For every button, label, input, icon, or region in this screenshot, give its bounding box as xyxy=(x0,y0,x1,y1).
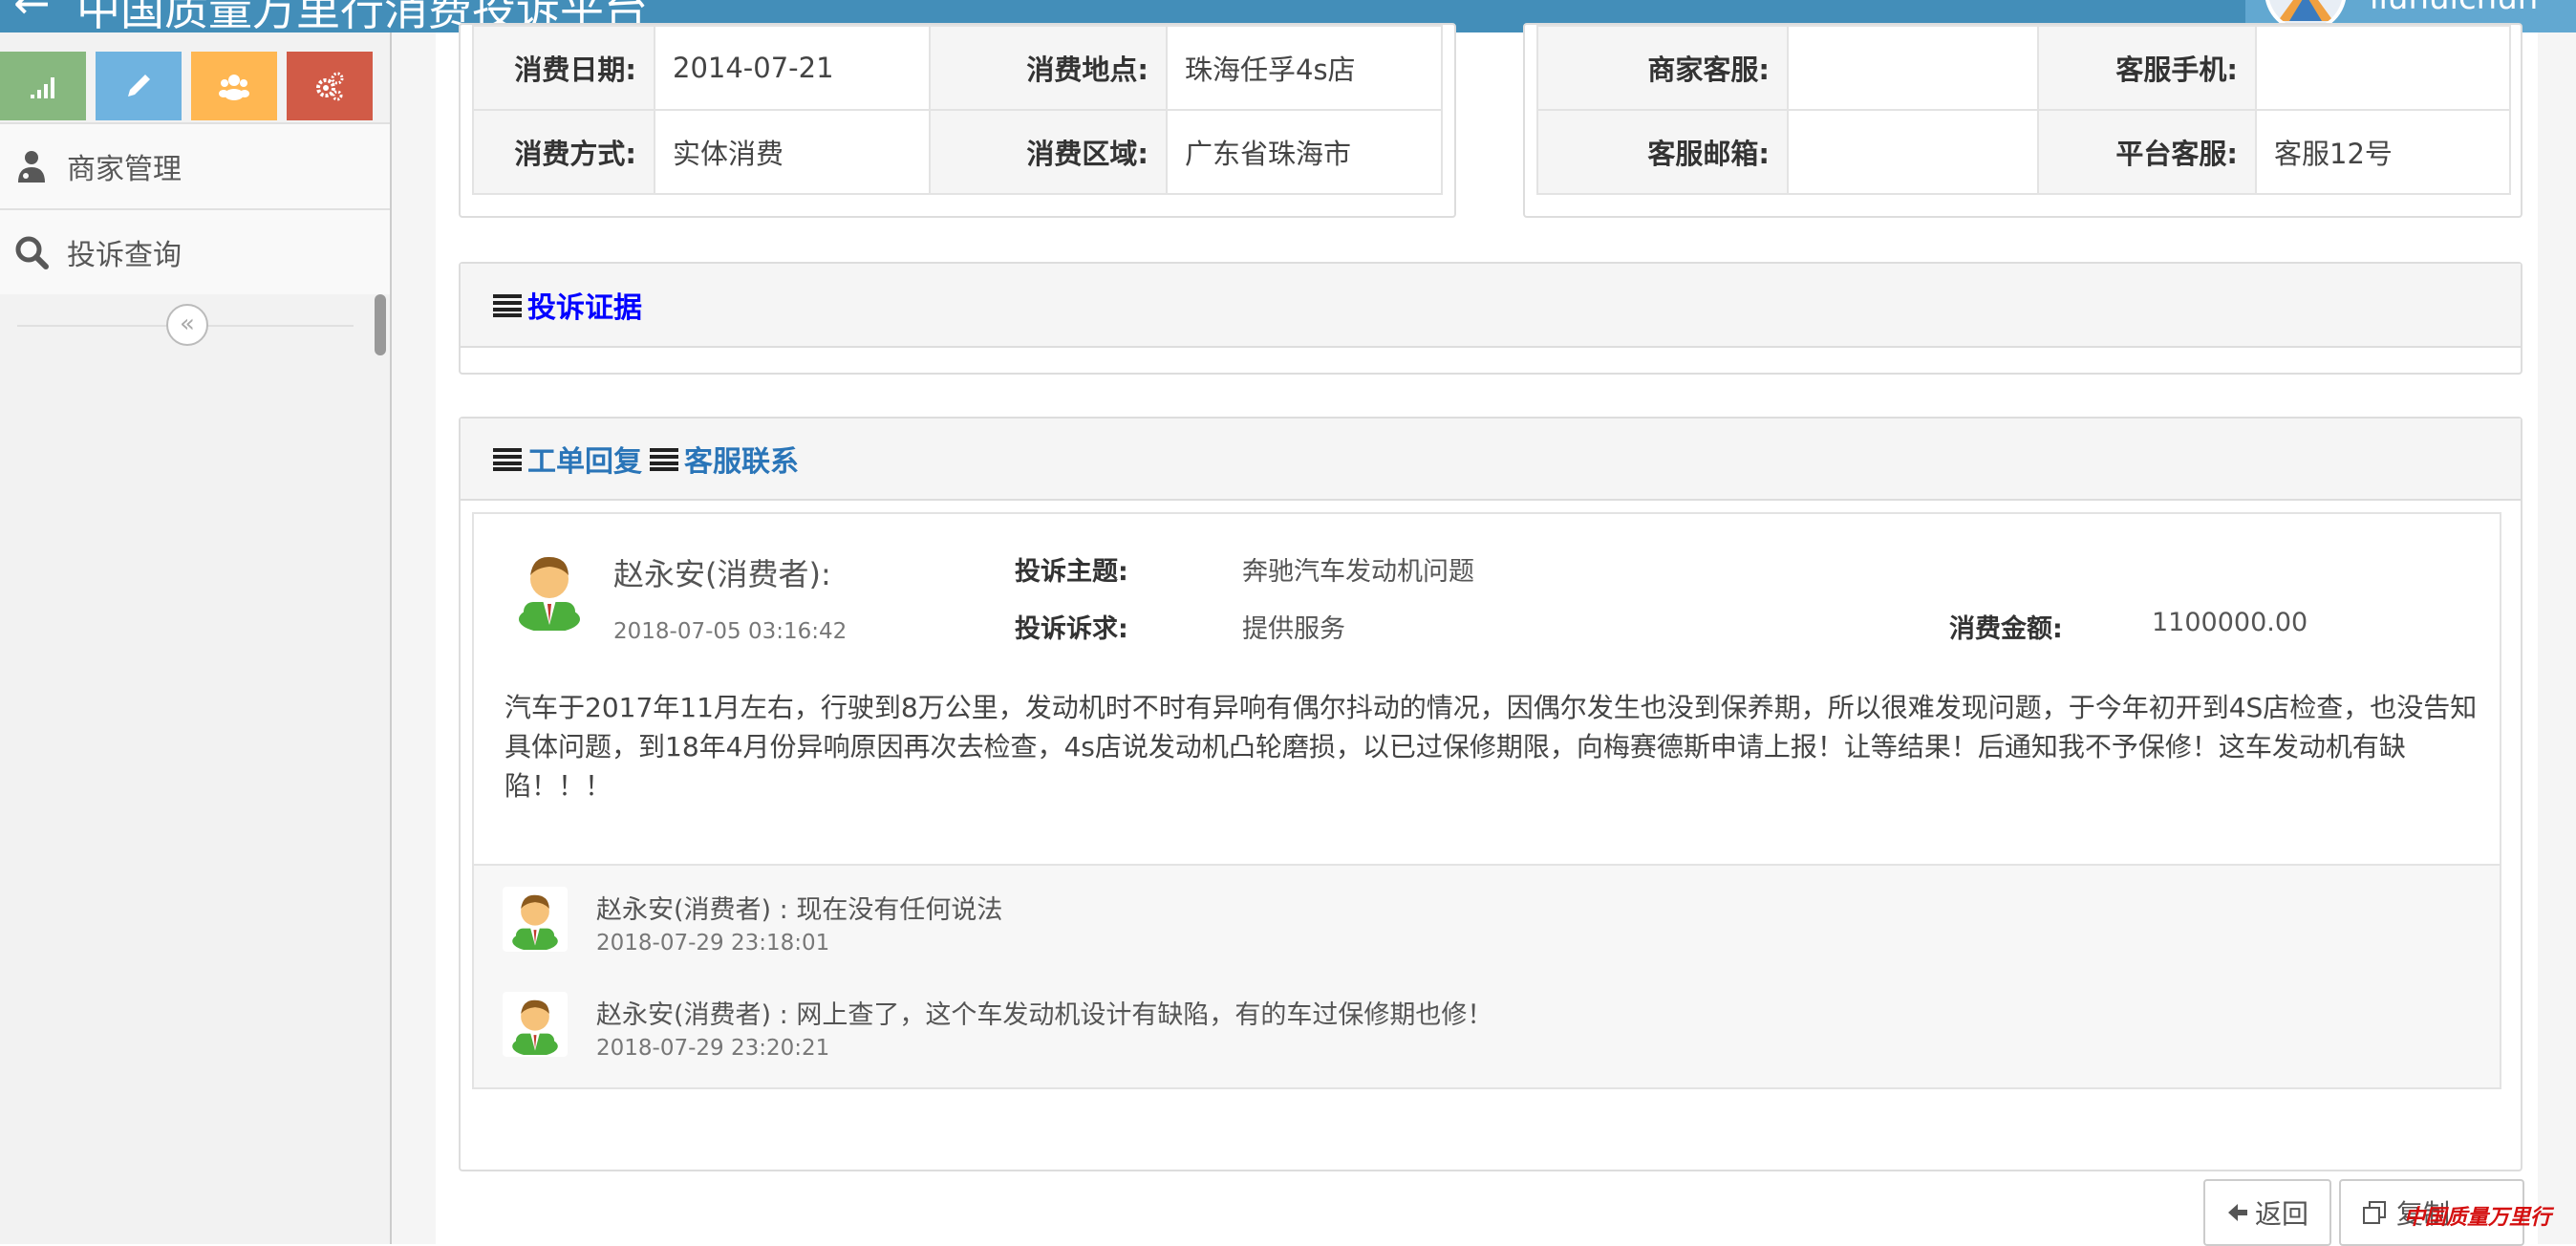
complaint-subject-value: 奔驰汽车发动机问题 xyxy=(1242,557,1474,587)
complaint-demand-label: 投诉诉求: xyxy=(1015,614,1128,644)
shortcut-cogs-button[interactable] xyxy=(287,52,373,120)
complaint-subject-label: 投诉主题: xyxy=(1015,557,1128,587)
merchant-cs-value xyxy=(1787,25,2039,111)
reply-panel-header: 工单回复 客服联系 xyxy=(461,419,2521,501)
tab-customer-service-contact[interactable]: 客服联系 xyxy=(684,438,799,480)
sidebar-item-label: 商家管理 xyxy=(67,153,182,186)
consumer-avatar-icon xyxy=(519,556,580,631)
list-bars-icon xyxy=(493,294,522,317)
complaint-demand-value: 提供服务 xyxy=(1242,614,1345,644)
platform-cs-value: 客服12号 xyxy=(2255,109,2511,195)
customer-service-panel: 商家客服: 客服手机: 客服邮箱: 平台客服: 客服12号 xyxy=(1523,23,2522,218)
complaint-detail-box: 赵永安(消费者): 2018-07-05 03:16:42 投诉主题: 奔驰汽车… xyxy=(472,512,2501,1089)
consumption-info-panel: 消费日期: 2014-07-21 消费地点: 珠海任孚4s店 消费方式: 实体消… xyxy=(459,23,1456,218)
copy-icon xyxy=(2363,1201,2386,1224)
back-button-label: 返回 xyxy=(2255,1198,2309,1230)
sidebar-collapse: « xyxy=(0,296,373,354)
consumer-avatar-icon xyxy=(512,894,558,950)
comment-list: 赵永安(消费者) : 现在没有任何说法 2018-07-29 23:18:01 … xyxy=(474,864,2500,1087)
consumption-region-value: 广东省珠海市 xyxy=(1166,109,1443,195)
cs-email-value xyxy=(1787,109,2039,195)
evidence-title[interactable]: 投诉证据 xyxy=(527,284,642,326)
list-bars-icon xyxy=(650,448,678,471)
comment-text: 赵永安(消费者) : 现在没有任何说法 xyxy=(596,895,1003,925)
tab-work-order-reply[interactable]: 工单回复 xyxy=(527,438,642,480)
consumer-avatar-icon xyxy=(512,999,558,1055)
customer-service-table: 商家客服: 客服手机: 客服邮箱: 平台客服: 客服12号 xyxy=(1536,25,2511,195)
pencil-icon xyxy=(128,75,150,97)
shortcut-pencil-button[interactable] xyxy=(96,52,182,120)
cs-email-label: 客服邮箱: xyxy=(1536,109,1789,195)
evidence-panel: 投诉证据 xyxy=(459,262,2522,375)
users-icon xyxy=(219,75,249,100)
list-bars-icon xyxy=(493,448,522,471)
complaint-description: 汽车于2017年11月左右，行驶到8万公里，发动机时不时有异响有偶尔抖动的情况，… xyxy=(504,692,2478,802)
back-button[interactable]: 返回 xyxy=(2203,1179,2331,1246)
cogs-icon xyxy=(316,72,344,101)
collapse-sidebar-button[interactable]: « xyxy=(166,304,208,346)
consumption-info-table: 消费日期: 2014-07-21 消费地点: 珠海任孚4s店 消费方式: 实体消… xyxy=(472,25,1443,195)
cs-phone-value xyxy=(2255,25,2511,111)
work-order-reply-panel: 工单回复 客服联系 赵永安(消费者): 2018-07-05 03:16:42 … xyxy=(459,417,2522,1171)
back-arrow-icon[interactable]: ← xyxy=(13,0,51,29)
sidebar-item-merchant[interactable]: 商家管理 xyxy=(0,122,390,208)
consumption-amount-label: 消费金额: xyxy=(1949,614,2063,644)
comment-date: 2018-07-29 23:18:01 xyxy=(596,931,830,956)
comment-text: 赵永安(消费者) : 网上查了，这个车发动机设计有缺陷，有的车过保修期也修！ xyxy=(596,1000,1493,1030)
sidebar-item-label: 投诉查询 xyxy=(67,239,182,272)
merchant-cs-label: 商家客服: xyxy=(1536,25,1789,111)
comment-avatar xyxy=(503,992,568,1057)
sidebar-item-complaint-query[interactable]: 投诉查询 xyxy=(0,208,390,294)
username: liuhuichun xyxy=(2370,0,2538,17)
search-icon xyxy=(15,236,49,269)
main-area: 消费日期: 2014-07-21 消费地点: 珠海任孚4s店 消费方式: 实体消… xyxy=(392,23,2576,1246)
user-md-icon xyxy=(18,151,45,183)
sidebar-shortcuts xyxy=(0,42,390,122)
consumption-date-label: 消费日期: xyxy=(472,25,655,111)
watermark-logo: 中国质量万里行 xyxy=(2404,1205,2552,1230)
shortcut-signal-button[interactable] xyxy=(0,52,86,120)
comment-avatar xyxy=(503,887,568,952)
consumption-method-value: 实体消费 xyxy=(654,109,931,195)
content-page: 消费日期: 2014-07-21 消费地点: 珠海任孚4s店 消费方式: 实体消… xyxy=(436,23,2538,1246)
complaint-author: 赵永安(消费者): xyxy=(613,556,831,592)
consumption-date-value: 2014-07-21 xyxy=(654,25,931,111)
arrow-left-icon xyxy=(2228,1204,2247,1221)
complaint-date: 2018-07-05 03:16:42 xyxy=(613,619,848,644)
cs-phone-label: 客服手机: xyxy=(2037,25,2257,111)
sidebar: 商家管理 投诉查询 « xyxy=(0,32,392,1244)
shortcut-users-button[interactable] xyxy=(191,52,277,120)
consumption-method-label: 消费方式: xyxy=(472,109,655,195)
consumption-amount-value: 1100000.00 xyxy=(2152,608,2308,637)
consumption-region-label: 消费区域: xyxy=(929,109,1168,195)
sidebar-scrollbar[interactable] xyxy=(375,294,386,355)
consumption-place-value: 珠海任孚4s店 xyxy=(1166,25,1443,111)
platform-cs-label: 平台客服: xyxy=(2037,109,2257,195)
signal-icon xyxy=(31,77,54,98)
evidence-panel-header: 投诉证据 xyxy=(461,264,2521,348)
consumption-place-label: 消费地点: xyxy=(929,25,1168,111)
comment-date: 2018-07-29 23:20:21 xyxy=(596,1036,830,1061)
